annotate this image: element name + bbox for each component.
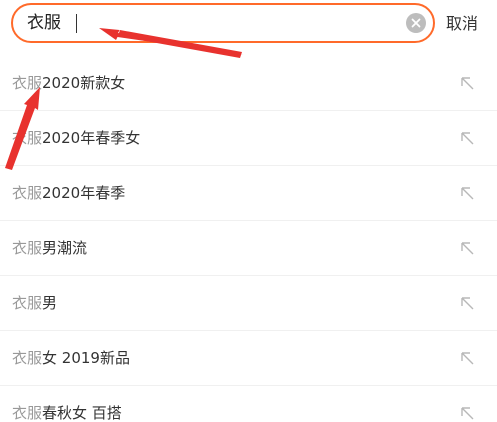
suggestion-rest: 2020年春季 [42,184,126,202]
suggestion-text: 衣服2020年春季 [12,166,125,221]
suggestion-item[interactable]: 衣服男 [0,276,497,331]
suggestion-text: 衣服2020新款女 [12,56,125,111]
suggestion-text: 衣服春秋女 百搭 [12,386,122,422]
suggestion-item[interactable]: 衣服2020新款女 [0,56,497,111]
suggestion-item[interactable]: 衣服2020年春季 [0,166,497,221]
suggestion-rest: 男 [42,294,58,312]
suggestion-item[interactable]: 衣服2020年春季女 [0,111,497,166]
arrow-up-left-icon[interactable] [458,74,476,92]
suggestion-list: 衣服2020新款女 衣服2020年春季女 衣服2020年春季 衣服男潮流 衣服男 [0,56,497,422]
suggestion-rest: 2020年春季女 [42,129,141,147]
search-box[interactable] [11,3,435,43]
suggestion-prefix: 衣服 [12,239,43,257]
arrow-up-left-icon[interactable] [458,294,476,312]
suggestion-prefix: 衣服 [12,404,43,422]
suggestion-text: 衣服男潮流 [12,221,87,276]
suggestion-item[interactable]: 衣服女 2019新品 [0,331,497,386]
cancel-button[interactable]: 取消 [446,10,478,38]
suggestion-rest: 春秋女 百搭 [42,404,122,422]
suggestion-text: 衣服男 [12,276,57,331]
arrow-up-left-icon[interactable] [458,184,476,202]
arrow-up-left-icon[interactable] [458,349,476,367]
suggestion-rest: 男潮流 [42,239,88,257]
suggestion-text: 衣服2020年春季女 [12,111,140,166]
suggestion-rest: 2020新款女 [42,74,126,92]
suggestion-item[interactable]: 衣服春秋女 百搭 [0,386,497,422]
suggestion-prefix: 衣服 [12,129,43,147]
suggestion-prefix: 衣服 [12,74,43,92]
search-bar: 取消 [0,0,497,50]
search-input[interactable] [27,5,387,41]
suggestion-item[interactable]: 衣服男潮流 [0,221,497,276]
arrow-up-left-icon[interactable] [458,129,476,147]
suggestion-text: 衣服女 2019新品 [12,331,130,386]
arrow-up-left-icon[interactable] [458,404,476,422]
search-screen: 取消 衣服2020新款女 衣服2020年春季女 衣服2020年春季 衣服男潮流 [0,0,497,422]
text-caret [76,14,77,33]
suggestion-prefix: 衣服 [12,349,43,367]
suggestion-prefix: 衣服 [12,294,43,312]
suggestion-prefix: 衣服 [12,184,43,202]
clear-icon[interactable] [406,13,426,33]
suggestion-rest: 女 2019新品 [42,349,130,367]
arrow-up-left-icon[interactable] [458,239,476,257]
